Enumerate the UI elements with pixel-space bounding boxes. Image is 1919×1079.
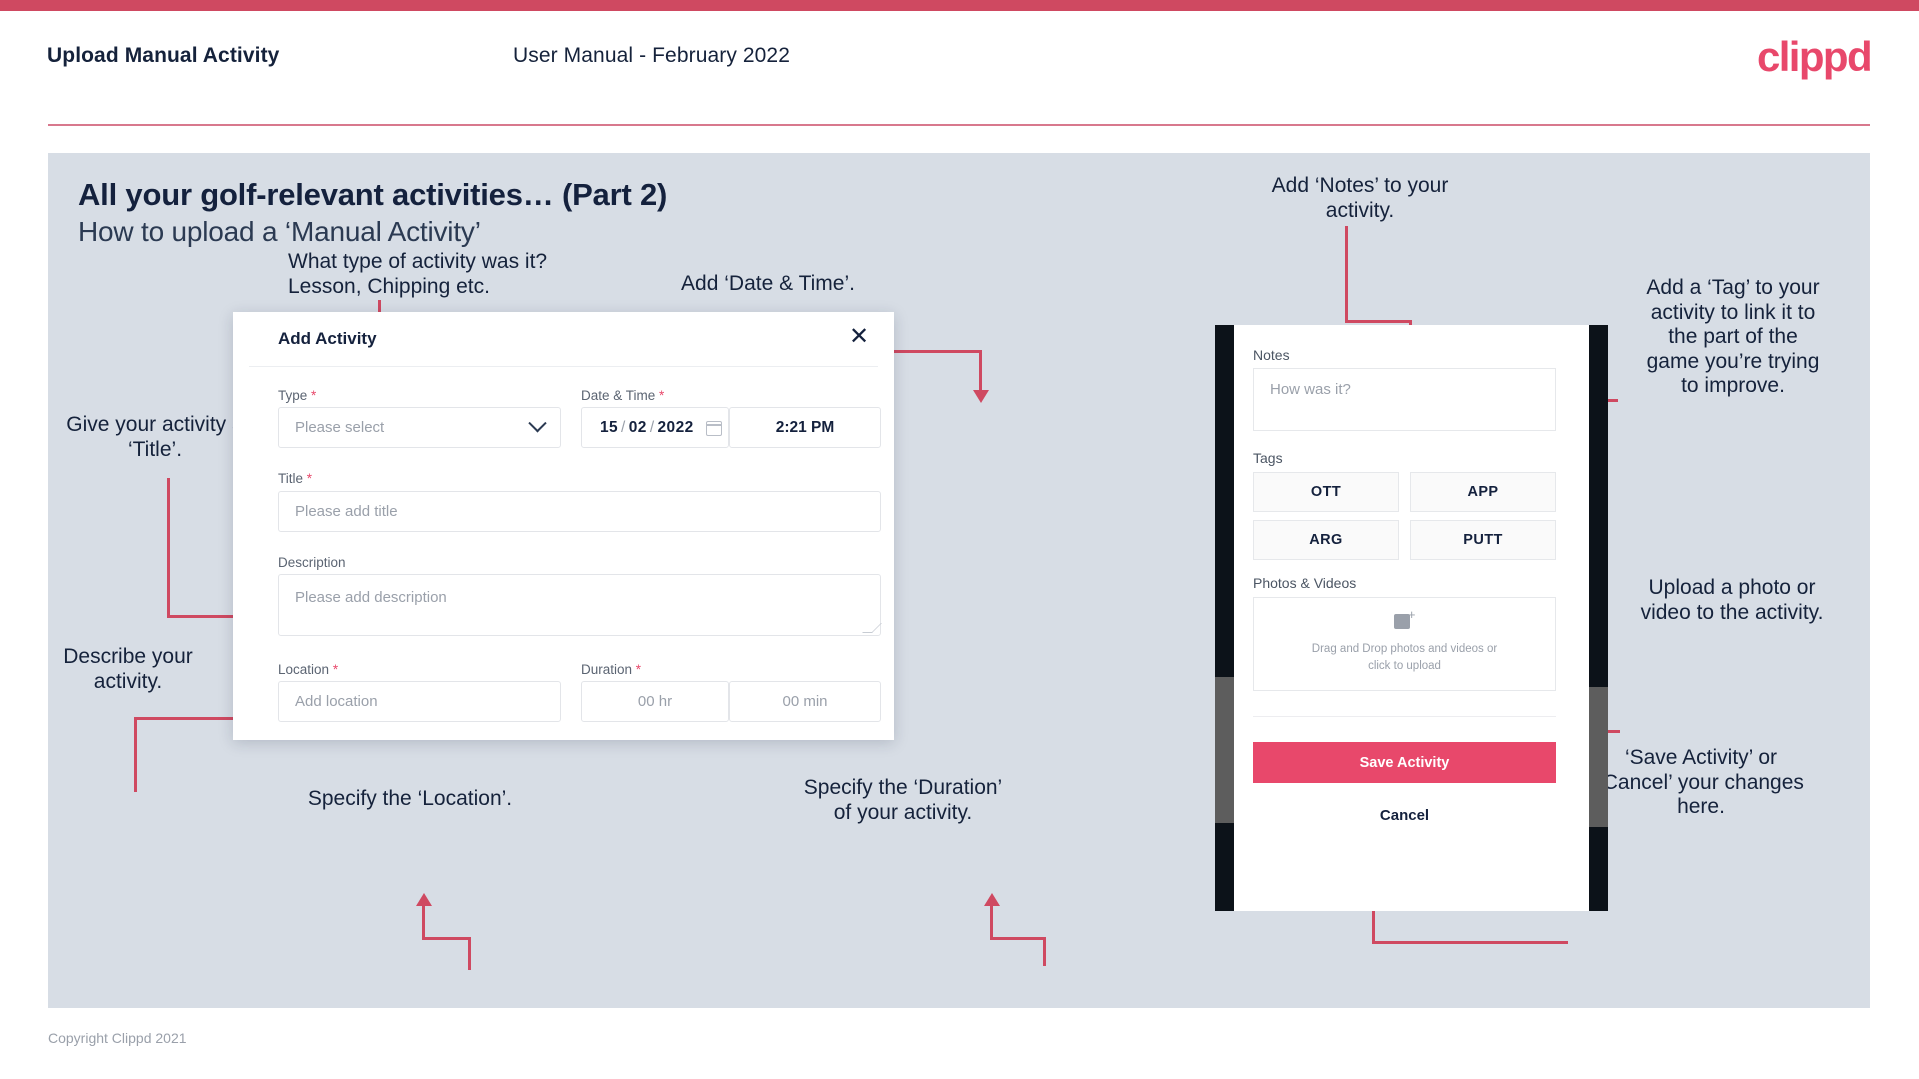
- description-label: Description: [278, 555, 346, 570]
- arrow-duration: [984, 893, 1000, 906]
- add-activity-dialog: Add Activity ✕ Type * Please select Date…: [233, 312, 894, 740]
- required-marker: *: [306, 471, 313, 486]
- required-marker: *: [332, 662, 339, 677]
- phone-side-button-left: [1215, 677, 1234, 823]
- add-image-icon: [1393, 608, 1416, 632]
- required-marker: *: [635, 662, 642, 677]
- top-accent-bar: [0, 0, 1919, 11]
- tag-button-app[interactable]: APP: [1410, 472, 1556, 512]
- connector-location: [422, 937, 471, 940]
- connector-save: [1372, 941, 1568, 944]
- annotation-date-time: Add ‘Date & Time’.: [681, 272, 855, 295]
- date-value: 15/02/2022: [600, 418, 694, 436]
- photo-dropzone[interactable]: Drag and Drop photos and videos or click…: [1253, 597, 1556, 691]
- connector-notes: [1345, 226, 1348, 323]
- tag-button-arg[interactable]: ARG: [1253, 520, 1399, 560]
- date-time-label: Date & Time *: [581, 388, 665, 403]
- slide-subheading: How to upload a ‘Manual Activity’: [78, 216, 481, 247]
- time-input[interactable]: 2:21 PM: [729, 407, 881, 448]
- notes-input[interactable]: How was it?: [1253, 368, 1556, 431]
- phone-mockup: Notes How was it? Tags OTT APP ARG PUTT …: [1215, 325, 1608, 911]
- connector-date: [979, 350, 982, 392]
- title-placeholder: Please add title: [295, 503, 398, 520]
- tags-label: Tags: [1253, 450, 1283, 466]
- connector-notes: [1345, 320, 1412, 323]
- title-label: Title *: [278, 471, 313, 486]
- close-icon[interactable]: ✕: [846, 324, 872, 350]
- duration-label: Duration *: [581, 662, 642, 677]
- dialog-header: Add Activity ✕: [233, 312, 894, 366]
- required-marker: *: [659, 388, 665, 403]
- resize-grip-icon[interactable]: [862, 623, 882, 633]
- time-value: 2:21 PM: [775, 418, 835, 436]
- phone-bezel-left: [1215, 325, 1234, 911]
- dialog-divider: [249, 366, 878, 367]
- title-input[interactable]: Please add title: [278, 491, 881, 532]
- annotation-location: Specify the ‘Location’.: [307, 787, 513, 810]
- header-divider: [48, 124, 1870, 126]
- connector-duration: [1043, 940, 1046, 966]
- connector-location: [468, 940, 471, 970]
- document-subtitle: User Manual - February 2022: [513, 44, 790, 67]
- cancel-button[interactable]: Cancel: [1253, 807, 1556, 824]
- annotation-duration: Specify the ‘Duration’ of your activity.: [803, 776, 1003, 824]
- type-select[interactable]: Please select: [278, 407, 561, 448]
- type-select-value: Please select: [295, 419, 385, 436]
- description-textarea[interactable]: Please add description: [278, 574, 882, 636]
- clippd-logo: clippd: [1756, 33, 1873, 80]
- duration-minutes-input[interactable]: 00 min: [729, 681, 881, 722]
- annotation-tags: Add a ‘Tag’ to your activity to link it …: [1646, 276, 1820, 398]
- footer-copyright: Copyright Clippd 2021: [48, 1030, 187, 1046]
- duration-hours-input[interactable]: 00 hr: [581, 681, 729, 722]
- notes-placeholder: How was it?: [1270, 381, 1351, 398]
- phone-screen: Notes How was it? Tags OTT APP ARG PUTT …: [1234, 325, 1589, 911]
- calendar-icon[interactable]: [705, 419, 722, 436]
- duration-hours-value: 00 hr: [637, 693, 673, 710]
- type-label: Type *: [278, 388, 317, 403]
- connector-title: [167, 478, 170, 618]
- connector-duration: [990, 906, 993, 940]
- dropzone-text-line1: Drag and Drop photos and videos or: [1311, 642, 1498, 655]
- location-input[interactable]: Add location: [278, 681, 561, 722]
- arrow-date: [973, 390, 989, 403]
- notes-label: Notes: [1253, 347, 1290, 363]
- dialog-title: Add Activity: [278, 329, 377, 348]
- connector-duration: [990, 937, 1046, 940]
- slide-heading: All your golf-relevant activities… (Part…: [78, 177, 668, 212]
- annotation-upload: Upload a photo or video to the activity.: [1640, 576, 1824, 624]
- connector-location: [422, 906, 425, 940]
- annotation-type: What type of activity was it? Lesson, Ch…: [288, 250, 548, 298]
- connector-description: [134, 717, 137, 792]
- photos-label: Photos & Videos: [1253, 575, 1357, 591]
- required-marker: *: [311, 388, 317, 403]
- annotation-notes: Add ‘Notes’ to your activity.: [1271, 174, 1449, 222]
- description-placeholder: Please add description: [295, 589, 447, 606]
- annotation-description: Describe your activity.: [63, 645, 193, 693]
- chevron-down-icon: [528, 414, 547, 433]
- page-title: Upload Manual Activity: [47, 44, 280, 67]
- location-label: Location *: [278, 662, 339, 677]
- annotation-save-cancel: ‘Save Activity’ or ‘Cancel’ your changes…: [1598, 746, 1804, 819]
- duration-minutes-value: 00 min: [782, 693, 828, 710]
- date-input[interactable]: 15/02/2022: [581, 407, 729, 448]
- save-activity-button[interactable]: Save Activity: [1253, 742, 1556, 783]
- dropzone-text-line2: click to upload: [1368, 660, 1441, 672]
- slide-page: Upload Manual Activity User Manual - Feb…: [0, 0, 1919, 1079]
- tag-button-ott[interactable]: OTT: [1253, 472, 1399, 512]
- tag-button-putt[interactable]: PUTT: [1410, 520, 1556, 560]
- location-placeholder: Add location: [295, 693, 378, 710]
- arrow-location: [416, 893, 432, 906]
- phone-side-button-right: [1589, 687, 1608, 827]
- phone-divider: [1253, 716, 1556, 717]
